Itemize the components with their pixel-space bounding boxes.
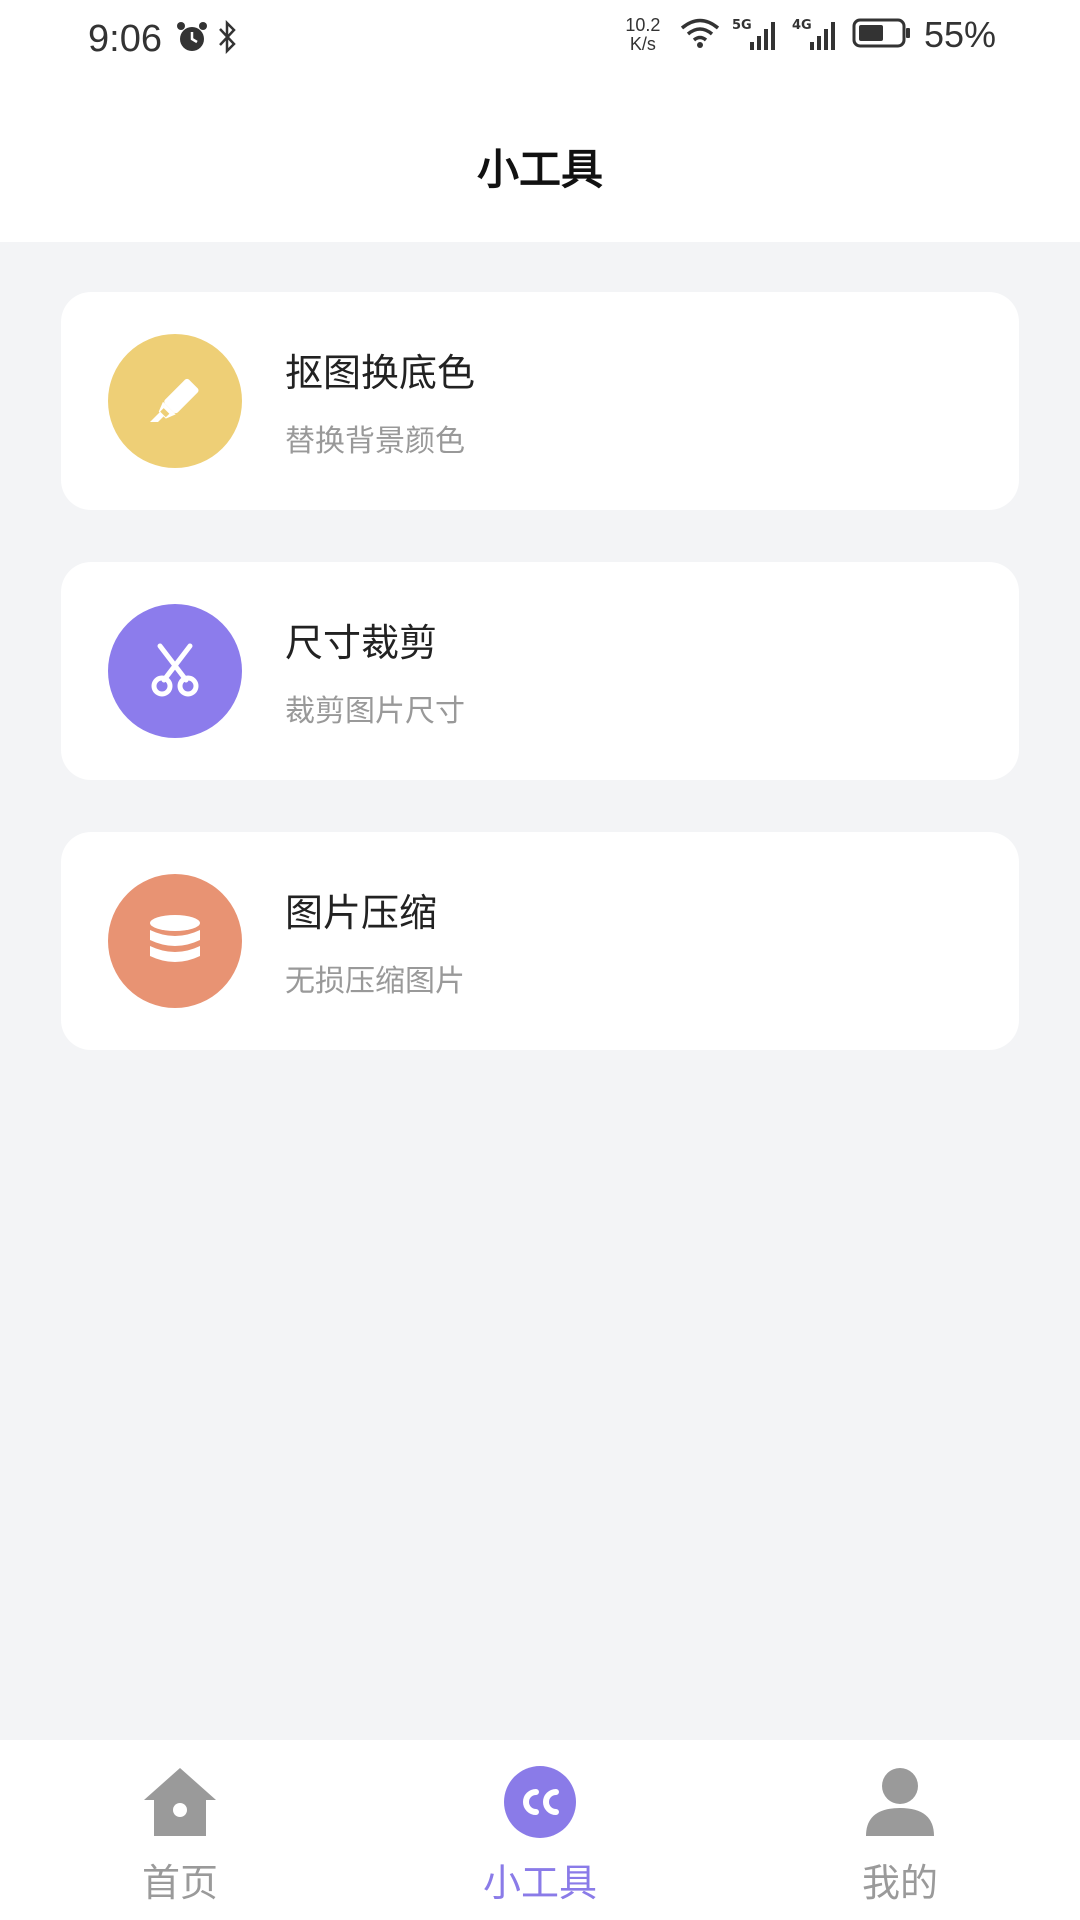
net-speed: 10.2 K/s — [618, 16, 668, 54]
alarm-icon — [175, 20, 209, 58]
tool-card-crop[interactable]: 尺寸裁剪 裁剪图片尺寸 — [61, 562, 1019, 780]
status-time: 9:06 — [88, 18, 162, 60]
battery-icon — [852, 17, 912, 53]
cc-icon — [500, 1762, 580, 1842]
bottom-tab-bar: 首页 小工具 我的 — [0, 1740, 1080, 1920]
tool-card-compress[interactable]: 图片压缩 无损压缩图片 — [61, 832, 1019, 1050]
tab-profile[interactable]: 我的 — [720, 1740, 1080, 1920]
tool-title: 抠图换底色 — [285, 351, 476, 395]
signal-5g-icon: 5G — [732, 18, 780, 52]
status-bar: 9:06 10.2 K/s 5G 4G 55% — [0, 0, 1080, 80]
wifi-icon — [680, 17, 720, 53]
user-icon — [860, 1762, 940, 1842]
tab-label: 小工具 — [482, 1861, 597, 1905]
tool-card-cutout[interactable]: 抠图换底色 替换背景颜色 — [61, 292, 1019, 510]
highlighter-icon — [108, 334, 242, 468]
tab-label: 首页 — [141, 1861, 218, 1905]
status-icons-left — [175, 19, 239, 58]
bluetooth-icon — [215, 19, 239, 58]
tab-tools[interactable]: 小工具 — [360, 1740, 720, 1920]
scissors-icon — [108, 604, 242, 738]
header: 小工具 — [0, 80, 1080, 242]
page-title: 小工具 — [476, 145, 603, 194]
home-icon — [140, 1762, 220, 1842]
tool-subtitle: 替换背景颜色 — [285, 424, 465, 459]
tab-home[interactable]: 首页 — [0, 1740, 360, 1920]
tool-title: 图片压缩 — [285, 891, 438, 935]
net-speed-value: 10.2 — [625, 15, 661, 35]
tool-subtitle: 裁剪图片尺寸 — [285, 694, 465, 729]
status-icons-right: 10.2 K/s 5G 4G 55% — [618, 14, 996, 56]
net-speed-unit: K/s — [629, 34, 656, 54]
tab-label: 我的 — [861, 1861, 938, 1905]
signal-4g-icon: 4G — [792, 18, 840, 52]
battery-percent: 55% — [923, 14, 996, 55]
database-icon — [108, 874, 242, 1008]
tool-list: 抠图换底色 替换背景颜色 尺寸裁剪 裁剪图片尺寸 图片压缩 无损压缩图片 — [0, 242, 1080, 1740]
tool-subtitle: 无损压缩图片 — [285, 964, 465, 999]
tool-title: 尺寸裁剪 — [285, 621, 438, 665]
